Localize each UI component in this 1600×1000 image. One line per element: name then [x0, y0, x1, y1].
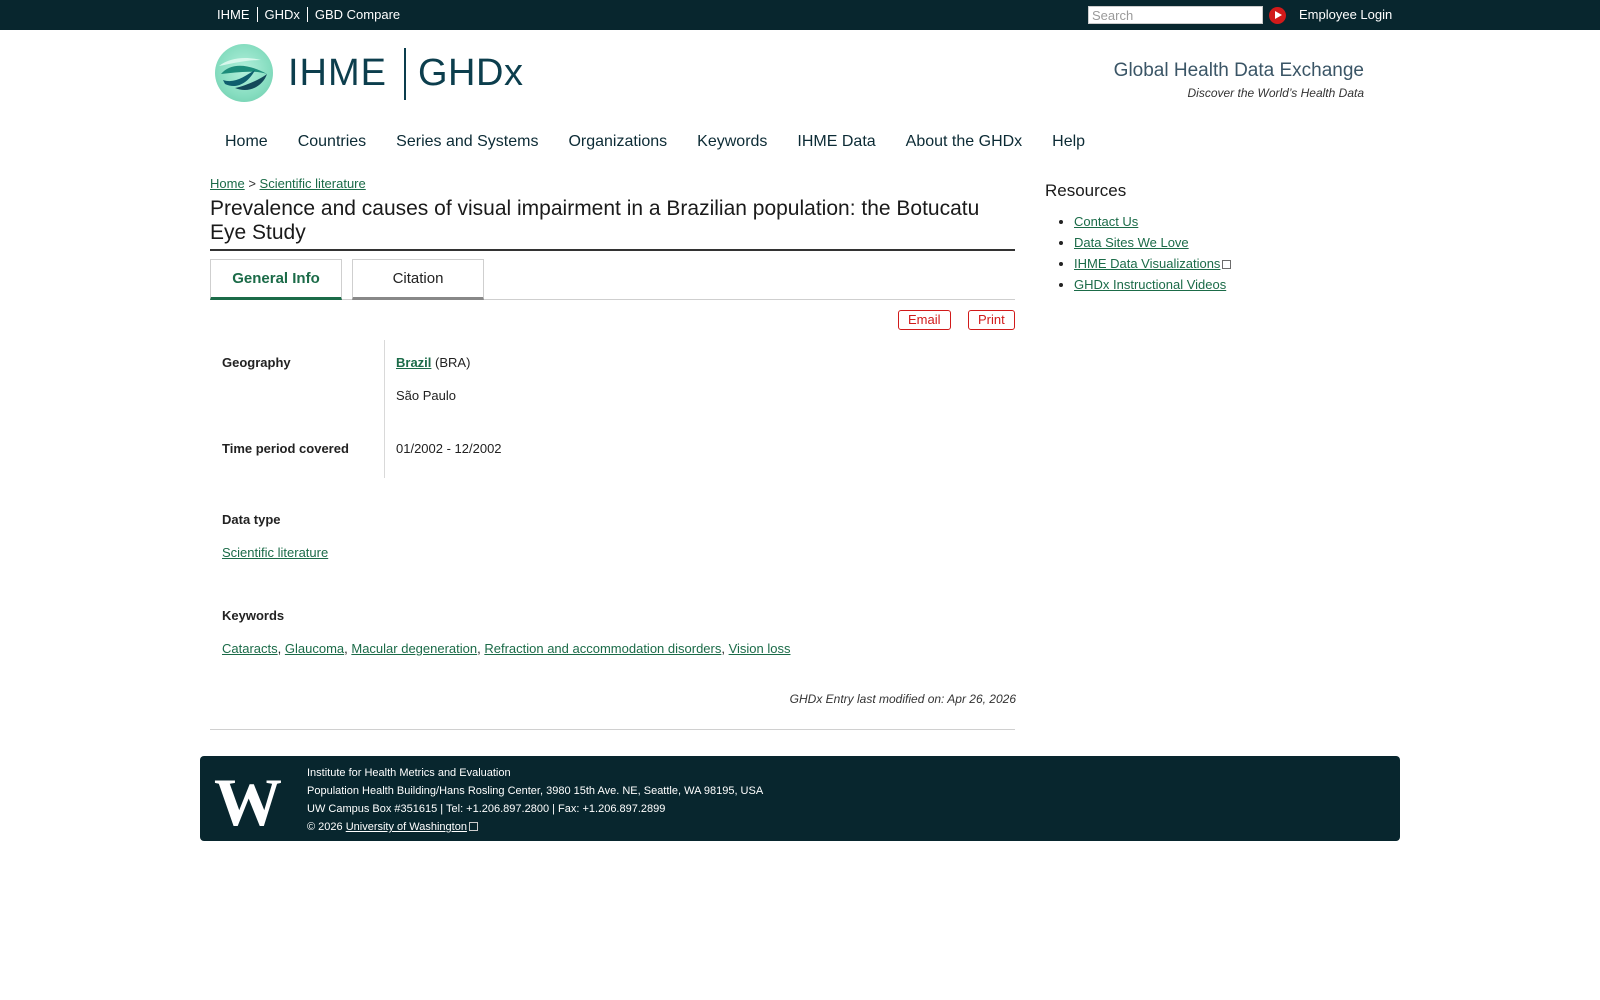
ihme-logo-icon — [215, 44, 273, 102]
nav-series-and-systems[interactable]: Series and Systems — [396, 133, 538, 151]
breadcrumb: Home > Scientific literature — [210, 176, 366, 191]
geography-country: Brazil (BRA) — [396, 355, 470, 370]
list-item: GHDx Instructional Videos — [1074, 277, 1231, 293]
top-link-ghdx[interactable]: GHDx — [256, 7, 307, 22]
uw-link[interactable]: University of Washington — [346, 821, 467, 833]
logo-ihme-text: IHME — [288, 52, 387, 94]
breadcrumb-current-link[interactable]: Scientific literature — [260, 176, 366, 191]
keyword-link[interactable]: Macular degeneration — [351, 641, 477, 656]
tab-citation[interactable]: Citation — [352, 259, 484, 300]
time-period-value: 01/2002 - 12/2002 — [396, 441, 502, 456]
nav-organizations[interactable]: Organizations — [568, 133, 667, 151]
keyword-link[interactable]: Refraction and accommodation disorders — [484, 641, 721, 656]
external-link-icon — [468, 822, 478, 831]
tab-bar: General Info Citation — [210, 259, 1015, 300]
top-link-ihme[interactable]: IHME — [210, 7, 257, 22]
top-bar: IHME GHDx GBD Compare Employee Login — [0, 0, 1600, 30]
footer-text: Institute for Health Metrics and Evaluat… — [307, 764, 763, 836]
main-nav: Home Countries Series and Systems Organi… — [225, 133, 1085, 151]
list-item: Contact Us — [1074, 214, 1231, 230]
keyword-link[interactable]: Glaucoma — [285, 641, 344, 656]
instructional-videos-link[interactable]: GHDx Instructional Videos — [1074, 277, 1226, 292]
top-link-gbd-compare[interactable]: GBD Compare — [306, 7, 407, 22]
logo-divider — [404, 48, 406, 100]
data-type-link[interactable]: Scientific literature — [222, 545, 328, 560]
field-divider — [384, 340, 385, 478]
footer-line-1: Institute for Health Metrics and Evaluat… — [307, 767, 511, 779]
employee-login-link[interactable]: Employee Login — [1299, 7, 1392, 22]
geography-region: São Paulo — [396, 388, 456, 403]
email-button[interactable]: Email — [898, 310, 951, 330]
country-code: (BRA) — [435, 355, 471, 370]
copyright: © 2026 — [307, 821, 343, 833]
site-tagline: Global Health Data Exchange — [1113, 60, 1364, 81]
list-item: IHME Data Visualizations — [1074, 256, 1232, 272]
last-modified: GHDx Entry last modified on: Apr 26, 202… — [789, 692, 1016, 706]
data-sites-link[interactable]: Data Sites We Love — [1074, 235, 1189, 250]
logo-ghdx-text: GHDx — [418, 52, 524, 94]
contact-us-link[interactable]: Contact Us — [1074, 214, 1138, 229]
nav-home[interactable]: Home — [225, 133, 268, 151]
search-submit-icon[interactable] — [1269, 7, 1286, 24]
keyword-link[interactable]: Vision loss — [729, 641, 791, 656]
nav-ihme-data[interactable]: IHME Data — [797, 133, 875, 151]
external-link-icon — [1222, 260, 1232, 269]
time-period-label: Time period covered — [222, 441, 349, 456]
print-button[interactable]: Print — [968, 310, 1015, 330]
breadcrumb-separator: > — [248, 176, 256, 191]
breadcrumb-home-link[interactable]: Home — [210, 176, 245, 191]
resources-title: Resources — [1045, 181, 1127, 200]
ihme-data-viz-link[interactable]: IHME Data Visualizations — [1074, 256, 1220, 271]
nav-help[interactable]: Help — [1052, 133, 1085, 151]
footer-line-2: Population Health Building/Hans Rosling … — [307, 785, 764, 797]
footer-line-3: UW Campus Box #351615 | Tel: +1.206.897.… — [307, 803, 666, 815]
site-subtagline: Discover the World’s Health Data — [1187, 86, 1364, 100]
country-link[interactable]: Brazil — [396, 355, 431, 370]
keywords-list: Cataracts, Glaucoma, Macular degeneratio… — [222, 641, 791, 656]
nav-keywords[interactable]: Keywords — [697, 133, 767, 151]
data-type-label: Data type — [222, 512, 281, 527]
footer: W Institute for Health Metrics and Evalu… — [200, 756, 1400, 841]
nav-about-the-ghdx[interactable]: About the GHDx — [906, 133, 1023, 151]
list-item: Data Sites We Love — [1074, 235, 1231, 251]
uw-logo-icon: W — [214, 764, 282, 840]
tab-general-info[interactable]: General Info — [210, 259, 342, 300]
resources-list: Contact Us Data Sites We Love IHME Data … — [1074, 214, 1232, 298]
keywords-label: Keywords — [222, 608, 285, 623]
content-divider — [210, 729, 1015, 730]
keyword-link[interactable]: Cataracts — [222, 641, 278, 656]
footer-line-4: © 2026 University of Washington — [307, 818, 763, 836]
geography-label: Geography — [222, 355, 291, 370]
page-title: Prevalence and causes of visual impairme… — [210, 197, 1015, 251]
top-nav: IHME GHDx GBD Compare — [210, 7, 407, 22]
nav-countries[interactable]: Countries — [298, 133, 366, 151]
search-input[interactable] — [1088, 6, 1263, 24]
